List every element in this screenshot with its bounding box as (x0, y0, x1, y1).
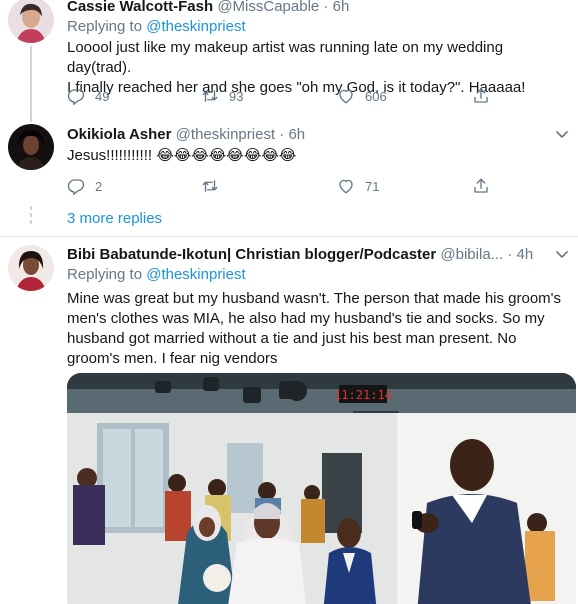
reply-button[interactable]: 49 (67, 86, 109, 106)
reply-count: 2 (95, 178, 103, 194)
avatar-cassie[interactable] (8, 0, 54, 43)
retweet-button[interactable] (201, 176, 229, 196)
tweet-actions: 49 93 606 (67, 86, 497, 106)
tweet-text: Jesus!!!!!!!!!!! 😂😂😂😂😂😂😂😂 (67, 146, 567, 166)
reply-icon (67, 87, 85, 105)
like-button[interactable]: 606 (337, 86, 387, 106)
heart-icon (337, 87, 355, 105)
timestamp[interactable]: 6h (333, 0, 350, 15)
share-icon (472, 177, 490, 195)
author-handle[interactable]: @bibila... (440, 246, 503, 263)
retweet-icon (201, 177, 219, 195)
author-handle[interactable]: @theskinpriest (176, 126, 275, 143)
mention-link[interactable]: @theskinpriest (146, 18, 245, 35)
chevron-down-icon[interactable] (554, 126, 570, 142)
tweet-text-line: Mine was great but my husband wasn't. Th… (67, 290, 562, 307)
reply-button[interactable]: 2 (67, 176, 102, 196)
replying-to-label: Replying to (67, 266, 143, 283)
tweet-okikiola[interactable]: Okikiola Asher @theskinpriest · 6h Jesus… (0, 116, 578, 200)
separator-dot: · (507, 246, 513, 263)
retweet-count: 93 (229, 88, 244, 104)
clock-display: 11:21:14 (334, 388, 392, 402)
share-button[interactable] (472, 176, 490, 196)
wedding-photo: 11:21:14 (67, 373, 576, 604)
tweet-photo[interactable]: 11:21:14 (67, 373, 576, 604)
separator-dot: · (279, 126, 285, 143)
tweet-text-line: groom's men. I fear nig vendors (67, 350, 278, 367)
more-replies-link[interactable]: 3 more replies (67, 210, 162, 227)
tweet-text-line: husband got married without a tie and ju… (67, 330, 517, 347)
author-name[interactable]: Bibi Babatunde-Ikotun| Christian blogger… (67, 246, 436, 263)
avatar-bibi[interactable] (8, 245, 54, 291)
replying-to-label: Replying to (67, 18, 143, 35)
chevron-down-icon[interactable] (554, 246, 570, 262)
timestamp[interactable]: 6h (288, 126, 305, 143)
share-button[interactable] (472, 86, 490, 106)
author-name[interactable]: Okikiola Asher (67, 126, 172, 143)
retweet-button[interactable]: 93 (201, 86, 243, 106)
author-handle[interactable]: @MissCapable (217, 0, 319, 15)
heart-icon (337, 177, 355, 195)
tweet-text: Mine was great but my husband wasn't. Th… (67, 289, 572, 369)
timestamp[interactable]: 4h (517, 246, 534, 263)
mention-link[interactable]: @theskinpriest (146, 266, 245, 283)
tweet-text-line: Looool just like my makeup artist was ru… (67, 39, 504, 76)
share-icon (472, 87, 490, 105)
tweet-header: Bibi Babatunde-Ikotun| Christian blogger… (67, 246, 533, 264)
replying-to: Replying to @theskinpriest (67, 265, 246, 285)
thread-line (30, 46, 32, 116)
tweet-header: Cassie Walcott-Fash @MissCapable · 6h (67, 0, 349, 16)
replying-to: Replying to @theskinpriest (67, 17, 246, 37)
author-name[interactable]: Cassie Walcott-Fash (67, 0, 213, 15)
like-count: 71 (365, 178, 380, 194)
avatar-okikiola[interactable] (8, 124, 54, 170)
tweet-text-line: men's clothes was MIA, he also had my hu… (67, 310, 545, 327)
like-count: 606 (365, 88, 387, 104)
tweet-header: Okikiola Asher @theskinpriest · 6h (67, 126, 305, 144)
tweet-cassie[interactable]: Cassie Walcott-Fash @MissCapable · 6h Re… (0, 0, 578, 116)
thread-line (30, 116, 32, 122)
tweet-actions: 2 71 (67, 176, 497, 196)
retweet-icon (201, 87, 219, 105)
thread-dots (30, 206, 32, 227)
like-button[interactable]: 71 (337, 176, 379, 196)
separator-dot: · (323, 0, 329, 15)
reply-icon (67, 177, 85, 195)
tweet-text-line: Jesus!!!!!!!!!!! 😂😂😂😂😂😂😂😂 (67, 147, 297, 164)
reply-count: 49 (95, 88, 110, 104)
